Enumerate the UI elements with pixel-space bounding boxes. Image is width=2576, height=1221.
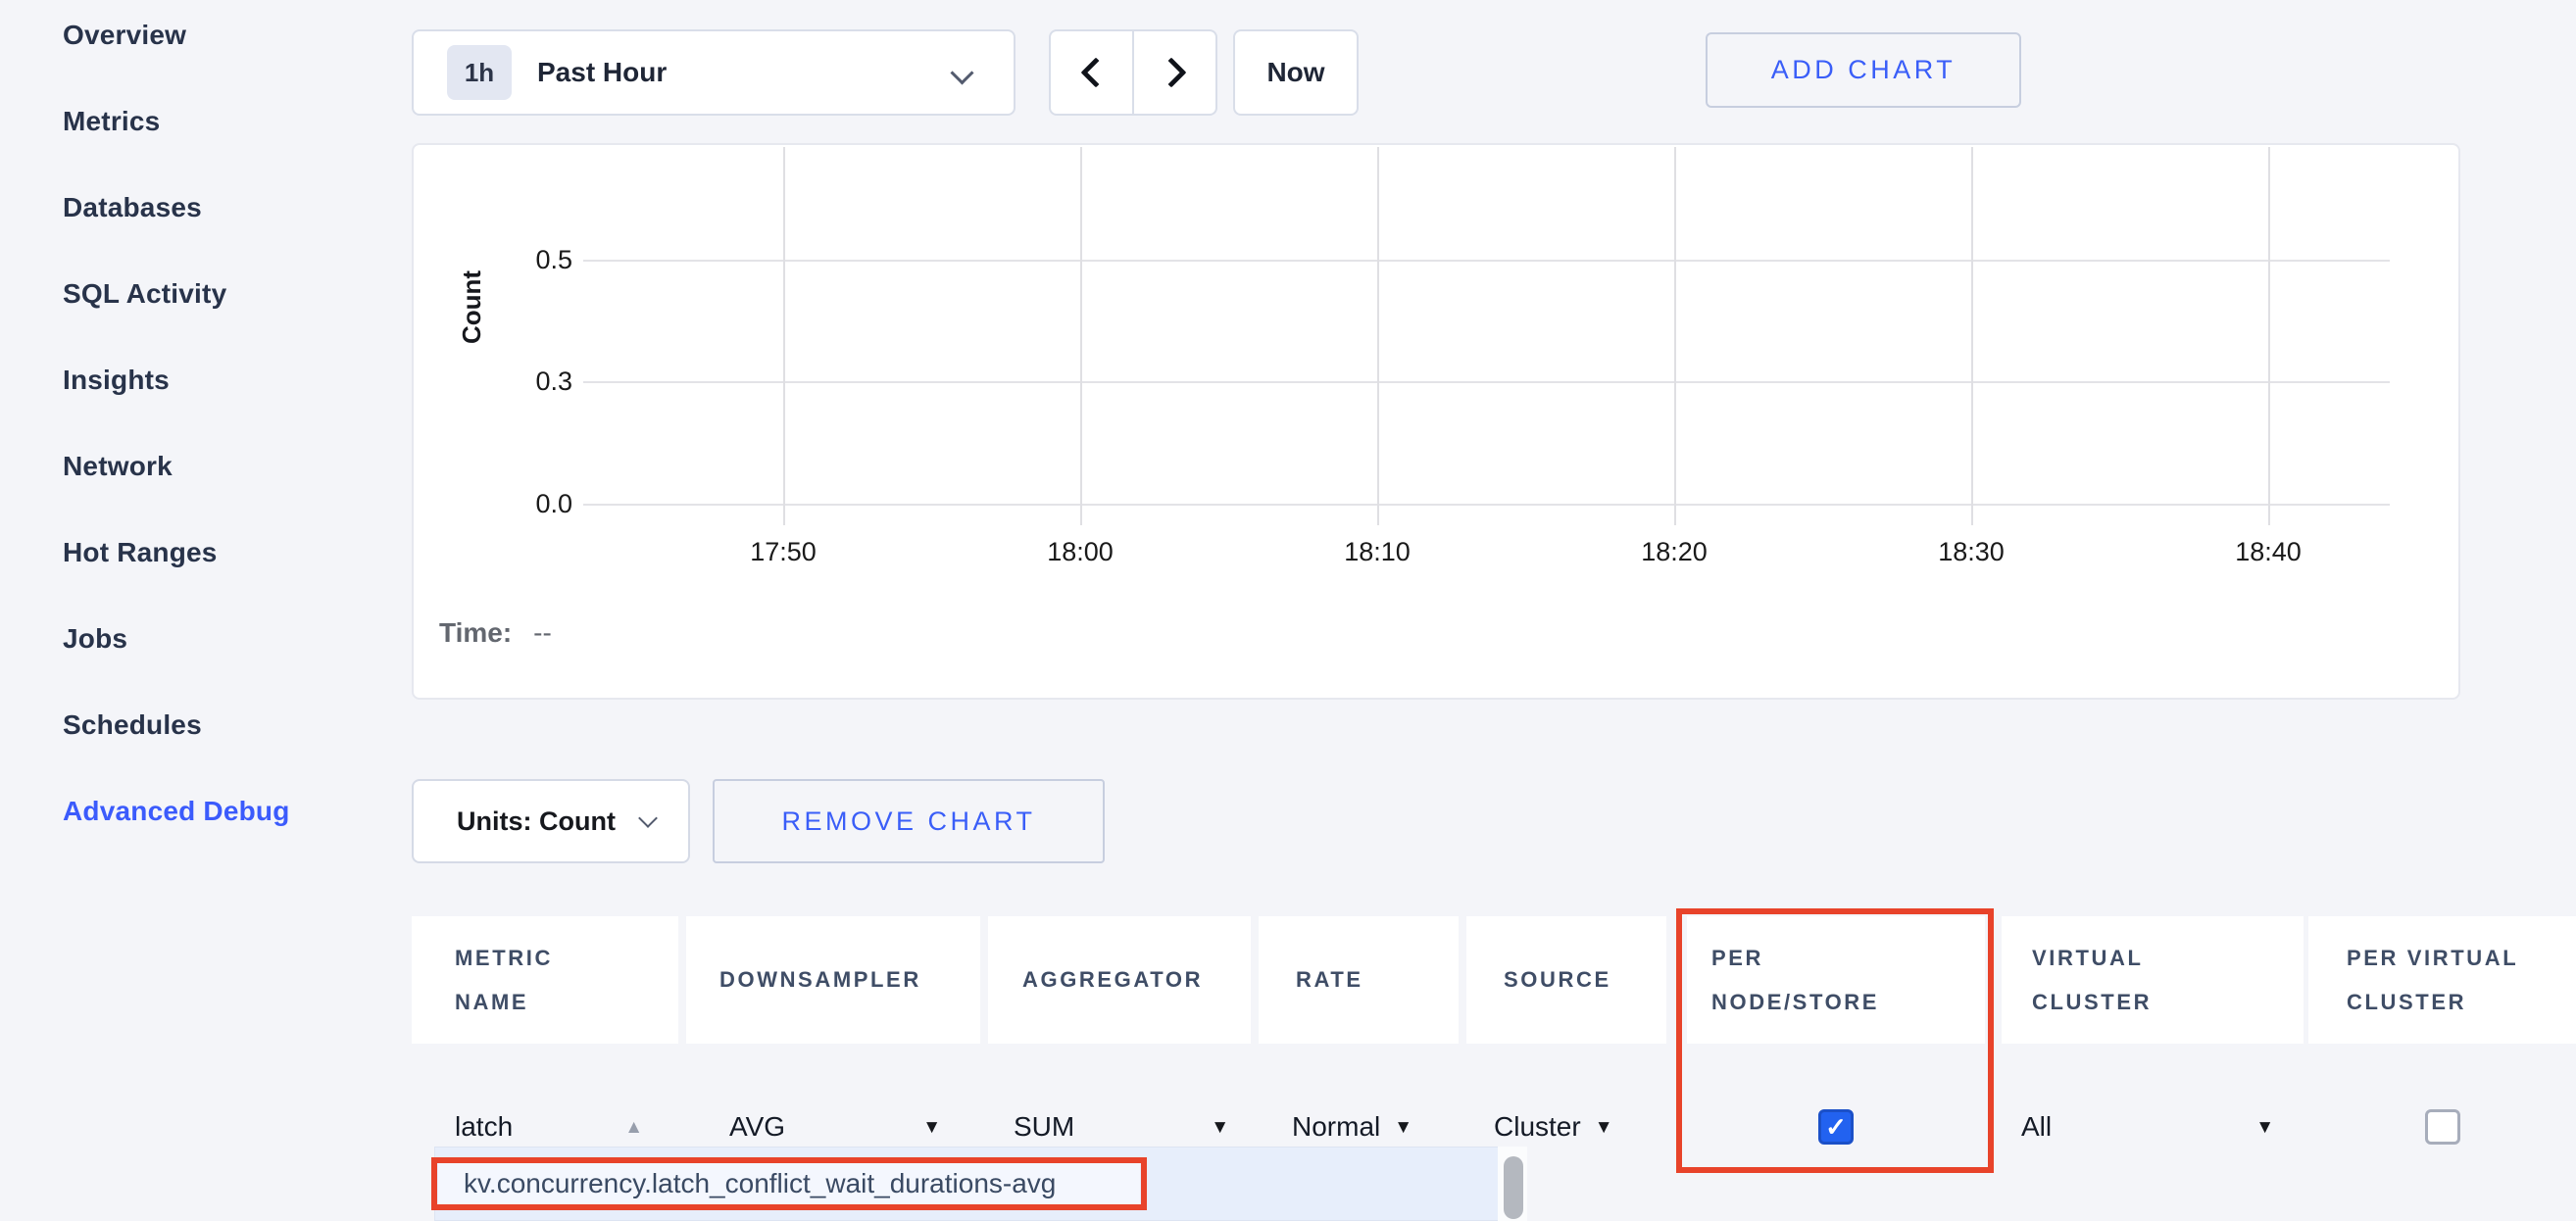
time-hover-readout: Time: -- [439,617,552,649]
per-node-store-checkbox[interactable]: ✓ [1818,1109,1854,1145]
sidebar-item-network[interactable]: Network [0,423,392,510]
per-virtual-cluster-checkbox[interactable] [2425,1109,2460,1145]
per-virtual-cluster-cell [2308,1098,2576,1156]
sidebar: Overview Metrics Databases SQL Activity … [0,0,392,855]
column-header-aggregator: AGGREGATOR [988,916,1251,1044]
sidebar-item-schedules[interactable]: Schedules [0,682,392,768]
chart-plot-area[interactable] [583,145,2390,525]
time-range-label: Past Hour [537,57,667,88]
per-node-store-cell: ✓ [1687,1098,1985,1156]
chevron-down-icon [638,808,658,828]
chart-card: Count 0.5 0.3 0.0 17:50 18:00 18:10 18:2… [412,143,2460,700]
virtual-cluster-select[interactable]: All ▼ [2002,1098,2304,1156]
time-step-buttons [1049,29,1217,116]
sidebar-item-jobs[interactable]: Jobs [0,596,392,682]
column-header-downsampler: DOWNSAMPLER [686,916,980,1044]
caret-down-icon: ▼ [1595,1118,1613,1137]
aggregator-value: SUM [1014,1111,1074,1143]
sidebar-item-sql-activity[interactable]: SQL Activity [0,251,392,337]
x-tick-label: 18:10 [1309,535,1446,568]
add-chart-button[interactable]: ADD CHART [1706,32,2021,108]
next-interval-button[interactable] [1134,31,1215,114]
units-selector[interactable]: Units: Count [412,779,690,863]
custom-chart-page: { "sidebar": { "items": [ { "label": "Ov… [0,0,2576,1221]
caret-down-icon: ▼ [1211,1118,1229,1137]
rate-value: Normal [1292,1111,1380,1143]
source-value: Cluster [1494,1111,1581,1143]
sidebar-item-overview[interactable]: Overview [0,0,392,78]
downsampler-value: AVG [729,1111,785,1143]
column-header-metric-name: METRIC NAME [412,916,678,1044]
now-button[interactable]: Now [1233,29,1359,116]
x-tick-label: 18:40 [2200,535,2337,568]
column-header-source: SOURCE [1466,916,1666,1044]
remove-chart-button[interactable]: REMOVE CHART [713,779,1105,863]
x-tick-label: 18:20 [1606,535,1743,568]
sidebar-item-insights[interactable]: Insights [0,337,392,423]
caret-down-icon: ▼ [1394,1118,1412,1137]
chevron-right-icon [1156,57,1186,87]
units-label: Units: Count [457,806,616,837]
time-hover-value: -- [533,617,552,649]
x-tick-label: 18:00 [1012,535,1149,568]
sidebar-item-advanced-debug[interactable]: Advanced Debug [0,768,392,855]
column-header-virtual-cluster: VIRTUAL CLUSTER [2002,916,2304,1044]
column-header-rate: RATE [1259,916,1459,1044]
sidebar-item-databases[interactable]: Databases [0,165,392,251]
caret-down-icon: ▼ [2255,1118,2274,1137]
caret-up-icon: ▲ [624,1118,643,1137]
dropdown-scrollbar-thumb[interactable] [1504,1156,1523,1219]
column-header-per-node-store: PER NODE/STORE [1687,916,1985,1044]
caret-down-icon: ▼ [922,1118,941,1137]
column-header-per-virtual-cluster: PER VIRTUAL CLUSTER [2308,916,2576,1044]
y-tick-label: 0.3 [482,365,572,398]
sidebar-item-hot-ranges[interactable]: Hot Ranges [0,510,392,596]
time-range-badge: 1h [447,45,512,100]
virtual-cluster-value: All [2021,1111,2052,1143]
x-tick-label: 18:30 [1903,535,2040,568]
x-tick-label: 17:50 [715,535,852,568]
time-hover-label: Time: [439,617,512,649]
prev-interval-button[interactable] [1051,31,1134,114]
sidebar-item-metrics[interactable]: Metrics [0,78,392,165]
y-tick-label: 0.5 [482,243,572,276]
check-icon: ✓ [1825,1112,1847,1143]
metric-suggestion-item[interactable]: kv.concurrency.latch_conflict_wait_durat… [438,1161,1140,1206]
chevron-left-icon [1080,57,1111,87]
y-tick-label: 0.0 [482,487,572,520]
metric-name-input[interactable] [455,1111,612,1143]
chevron-down-icon [950,61,973,84]
time-range-selector[interactable]: 1h Past Hour [412,29,1016,116]
